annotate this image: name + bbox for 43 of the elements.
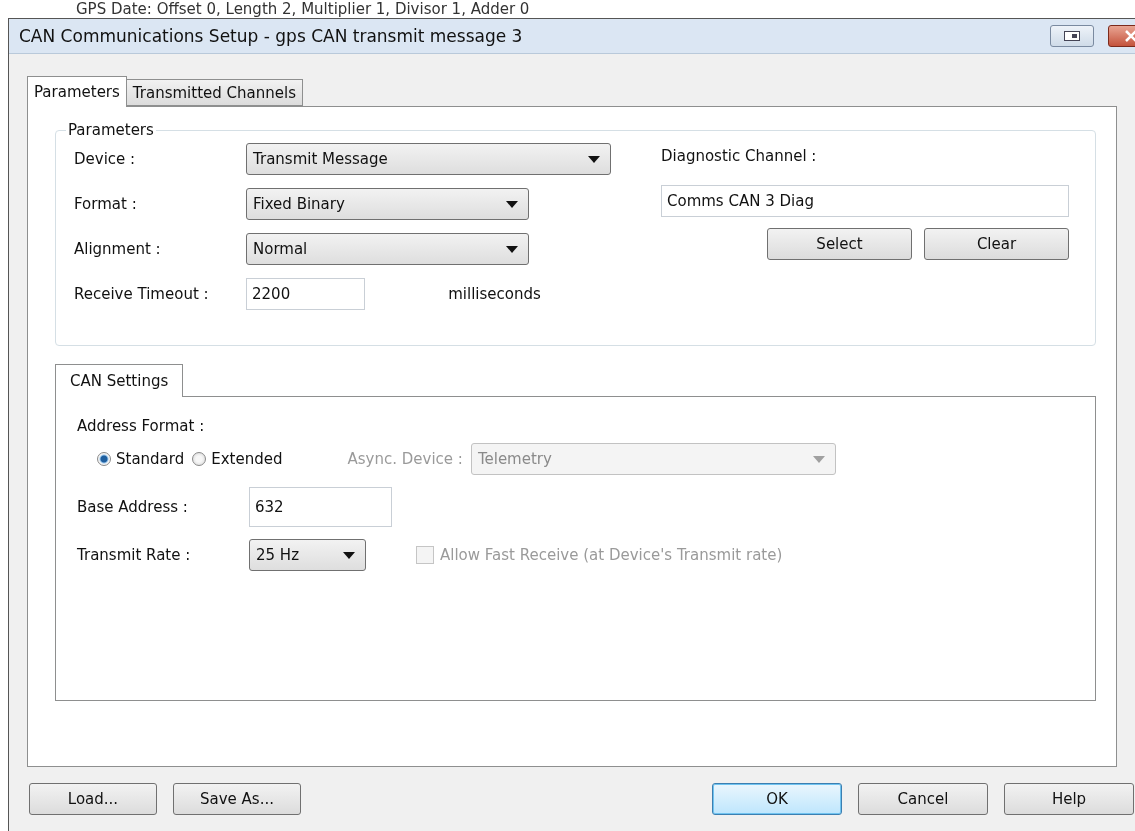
field-label: Async. Device : bbox=[347, 450, 463, 468]
field-label: Receive Timeout : bbox=[74, 285, 210, 303]
dialog-button[interactable]: Clear bbox=[924, 228, 1069, 260]
group-title: Parameters bbox=[67, 121, 155, 139]
dropdown-arrow-icon bbox=[506, 200, 518, 208]
radio-button[interactable] bbox=[97, 452, 111, 466]
field-label: Diagnostic Channel : bbox=[661, 147, 818, 165]
close-icon bbox=[1125, 30, 1135, 42]
field-label: Alignment : bbox=[74, 240, 162, 258]
base-address-field[interactable]: 632 bbox=[249, 487, 392, 527]
field-label: Address Format : bbox=[77, 417, 206, 435]
field-label: Transmit Rate : bbox=[77, 546, 192, 564]
radio-label: Standard bbox=[116, 450, 185, 468]
radio-button[interactable] bbox=[192, 452, 207, 466]
dialog-button[interactable]: Save As... bbox=[173, 783, 301, 815]
background-text: GPS Date: Offset 0, Length 2, Multiplier 1, Divisor 1, Adder 0 bbox=[75, 0, 531, 18]
dialog-button[interactable]: Load... bbox=[29, 783, 157, 815]
timeout-field[interactable]: 2200 bbox=[246, 278, 365, 310]
dialog-button[interactable]: Select bbox=[767, 228, 912, 260]
transmit-rate-dropdown[interactable]: 25 Hz bbox=[249, 539, 366, 571]
unit-label: milliseconds bbox=[448, 285, 542, 303]
alignment-dropdown[interactable]: Normal bbox=[246, 233, 529, 265]
restore-button[interactable] bbox=[1050, 25, 1094, 47]
tab[interactable]: Transmitted Channels bbox=[125, 79, 303, 106]
dropdown-arrow-icon bbox=[588, 155, 600, 163]
window-title: CAN Communications Setup - gps CAN transmit message 3 bbox=[19, 26, 524, 46]
field-label: Format : bbox=[74, 195, 138, 213]
field-label: Device : bbox=[74, 150, 137, 168]
checkbox-label: Allow Fast Receive (at Device's Transmit rate) bbox=[440, 546, 783, 564]
format-dropdown[interactable]: Fixed Binary bbox=[246, 188, 529, 220]
radio-label: Extended bbox=[211, 450, 283, 468]
dropdown-arrow-icon bbox=[343, 551, 355, 559]
field-label: Base Address : bbox=[77, 498, 189, 516]
dialog-button[interactable]: Help bbox=[1004, 783, 1134, 815]
device-dropdown[interactable]: Transmit Message bbox=[246, 143, 611, 175]
tab[interactable]: CAN Settings bbox=[55, 364, 184, 397]
window-icon bbox=[1064, 31, 1080, 41]
dialog-button[interactable]: OK bbox=[712, 783, 842, 815]
tab[interactable]: Parameters bbox=[27, 76, 127, 107]
dropdown-arrow-icon bbox=[812, 455, 825, 463]
dropdown-arrow-icon bbox=[506, 245, 518, 253]
diagnostic-channel-field[interactable]: Comms CAN 3 Diag bbox=[661, 185, 1069, 217]
dialog-button[interactable]: Cancel bbox=[858, 783, 988, 815]
